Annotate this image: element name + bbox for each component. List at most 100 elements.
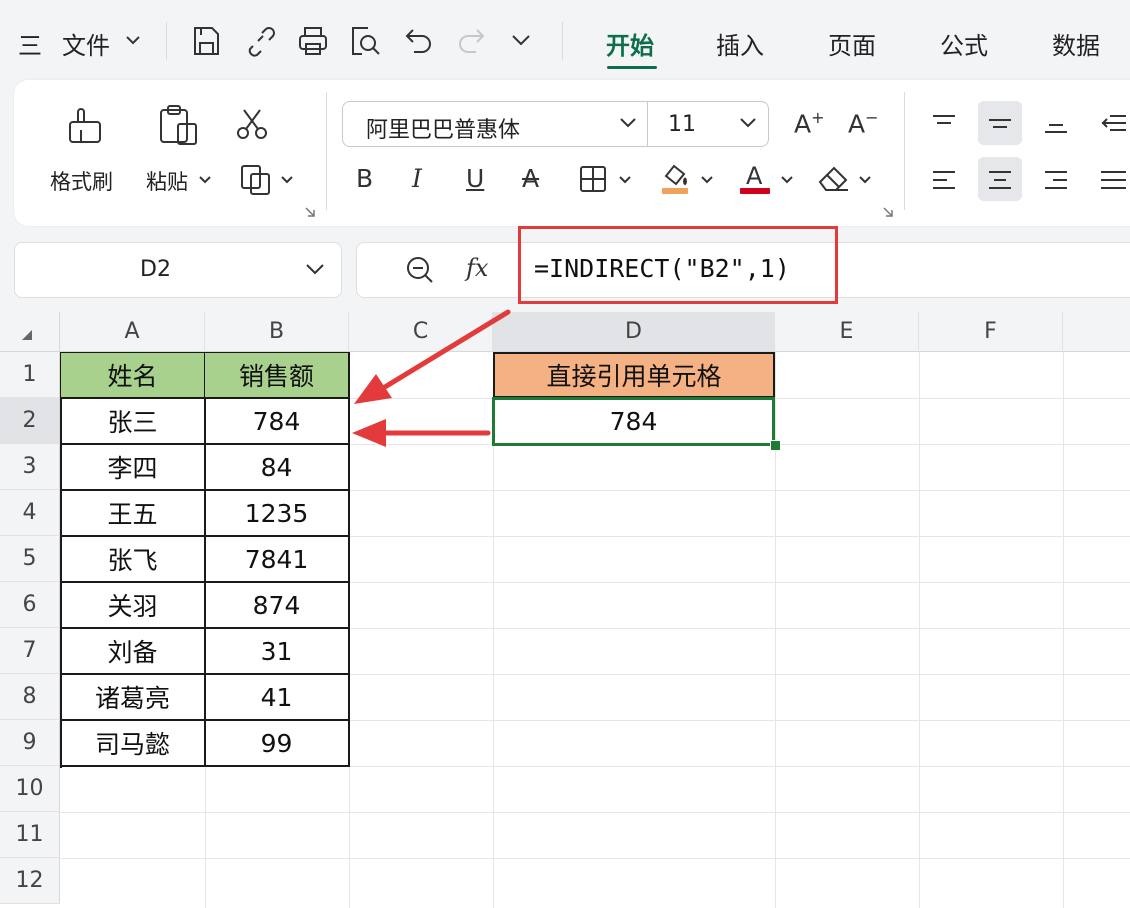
- table-cell-sales[interactable]: 874: [205, 583, 350, 629]
- save-icon[interactable]: [190, 24, 222, 58]
- table-cell-sales[interactable]: 7841: [205, 537, 350, 583]
- row-header-1[interactable]: 1: [0, 352, 60, 398]
- table-cell-name[interactable]: 张飞: [61, 537, 206, 583]
- tab-page[interactable]: 页面: [828, 26, 876, 61]
- table-cell-sales[interactable]: 84: [205, 445, 350, 491]
- decrease-indent-icon[interactable]: [1098, 110, 1126, 138]
- undo-icon[interactable]: [402, 24, 434, 58]
- copy-icon[interactable]: [238, 162, 274, 198]
- align-bottom-icon[interactable]: [1042, 110, 1070, 138]
- font-dialog-launcher-icon[interactable]: [882, 206, 894, 218]
- align-top-icon[interactable]: [930, 110, 958, 138]
- row-header-3[interactable]: 3: [0, 444, 60, 490]
- table-cell-sales[interactable]: 1235: [205, 491, 350, 537]
- table-header-sales[interactable]: 销售额: [205, 353, 350, 399]
- clear-format-chevron-down-icon[interactable]: [858, 174, 872, 186]
- row-header-11[interactable]: 11: [0, 812, 60, 858]
- divider: [562, 22, 563, 60]
- print-preview-icon[interactable]: [348, 24, 382, 58]
- cut-icon[interactable]: [234, 106, 270, 142]
- hamburger-menu-icon[interactable]: 三: [18, 26, 42, 61]
- print-icon[interactable]: [296, 24, 330, 58]
- row-header-5[interactable]: 5: [0, 536, 60, 582]
- paste-icon[interactable]: [156, 102, 202, 148]
- table-cell-name[interactable]: 诸葛亮: [61, 675, 206, 721]
- table-cell-sales[interactable]: 784: [205, 399, 350, 445]
- name-box[interactable]: [14, 242, 342, 298]
- underline-button[interactable]: U: [466, 164, 484, 193]
- svg-text:A: A: [746, 162, 763, 190]
- copy-chevron-down-icon[interactable]: [280, 174, 294, 186]
- table-cell-sales[interactable]: 31: [205, 629, 350, 675]
- font-color-chevron-down-icon[interactable]: [780, 174, 794, 186]
- row-header-12[interactable]: 12: [0, 858, 60, 904]
- table-cell-sales[interactable]: 99: [205, 721, 350, 767]
- format-painter-icon[interactable]: [64, 104, 108, 148]
- active-tab-indicator: [607, 66, 657, 69]
- align-middle-icon: [989, 119, 1011, 128]
- italic-button[interactable]: I: [412, 164, 422, 193]
- font-name-value: 阿里巴巴普惠体: [366, 118, 521, 143]
- strikethrough-icon[interactable]: A: [522, 164, 539, 193]
- table-cell-name[interactable]: 关羽: [61, 583, 206, 629]
- borders-icon[interactable]: [578, 164, 608, 194]
- row-header-4[interactable]: 4: [0, 490, 60, 536]
- decrease-font-size-icon[interactable]: A−: [848, 108, 879, 138]
- row-header-7[interactable]: 7: [0, 628, 60, 674]
- formula-highlight-box: [518, 226, 838, 304]
- row-header-9[interactable]: 9: [0, 720, 60, 766]
- bold-button[interactable]: B: [356, 164, 373, 193]
- increase-font-size-icon[interactable]: A+: [794, 108, 825, 138]
- font-size-chevron-down-icon[interactable]: [738, 116, 758, 130]
- redo-icon[interactable]: [456, 24, 488, 58]
- fill-color-chevron-down-icon[interactable]: [700, 174, 714, 186]
- table-cell-name[interactable]: 司马懿: [61, 721, 206, 767]
- borders-chevron-down-icon[interactable]: [618, 174, 632, 186]
- table-cell-name[interactable]: 王五: [61, 491, 206, 537]
- table-cell-name[interactable]: 刘备: [61, 629, 206, 675]
- row-header-8[interactable]: 8: [0, 674, 60, 720]
- select-all-corner[interactable]: [0, 312, 60, 352]
- tab-insert[interactable]: 插入: [716, 26, 764, 61]
- tab-data[interactable]: 数据: [1052, 26, 1100, 61]
- clipboard-dialog-launcher-icon[interactable]: [304, 206, 316, 218]
- row-header-2[interactable]: 2: [0, 398, 60, 444]
- select-all-triangle-icon: [22, 330, 32, 340]
- tab-home[interactable]: 开始: [606, 26, 654, 61]
- tab-formulas[interactable]: 公式: [940, 26, 988, 61]
- table-cell-sales[interactable]: 41: [205, 675, 350, 721]
- align-left-icon[interactable]: [930, 166, 958, 194]
- column-header-f[interactable]: F: [919, 312, 1063, 352]
- column-header-a[interactable]: A: [60, 312, 205, 352]
- gridline: [60, 858, 1130, 859]
- row-header-10[interactable]: 10: [0, 766, 60, 812]
- table-header-name[interactable]: 姓名: [61, 353, 206, 399]
- gridline: [1063, 352, 1064, 908]
- more-chevron-down-icon[interactable]: [510, 32, 532, 48]
- font-color-icon[interactable]: A: [738, 160, 772, 196]
- zoom-function-icon[interactable]: [404, 254, 436, 286]
- font-name-chevron-down-icon[interactable]: [618, 116, 638, 130]
- fill-handle[interactable]: [770, 440, 781, 451]
- row-header-6[interactable]: 6: [0, 582, 60, 628]
- file-menu[interactable]: 文件: [62, 26, 110, 61]
- paste-label[interactable]: 粘贴: [146, 166, 188, 196]
- name-box-chevron-down-icon[interactable]: [304, 262, 326, 278]
- clear-format-eraser-icon[interactable]: [816, 162, 852, 194]
- column-header-b[interactable]: B: [205, 312, 349, 352]
- align-right-icon[interactable]: [1042, 166, 1070, 194]
- column-header-g[interactable]: [1063, 312, 1130, 352]
- file-chevron-down-icon[interactable]: [124, 33, 142, 47]
- fill-color-icon[interactable]: [658, 160, 692, 196]
- insert-function-fx-icon[interactable]: fx: [466, 254, 488, 282]
- paste-chevron-down-icon[interactable]: [198, 174, 212, 186]
- justify-icon[interactable]: [1098, 166, 1126, 194]
- format-painter-label[interactable]: 格式刷: [50, 166, 113, 196]
- table-cell-name[interactable]: 张三: [61, 399, 206, 445]
- column-header-e[interactable]: E: [775, 312, 919, 352]
- arrow-d2-to-b2: [352, 419, 491, 447]
- table-cell-name[interactable]: 李四: [61, 445, 206, 491]
- share-link-icon[interactable]: [244, 24, 276, 58]
- arrow-formula-to-b1: [354, 309, 511, 404]
- align-center-icon: [989, 171, 1011, 189]
